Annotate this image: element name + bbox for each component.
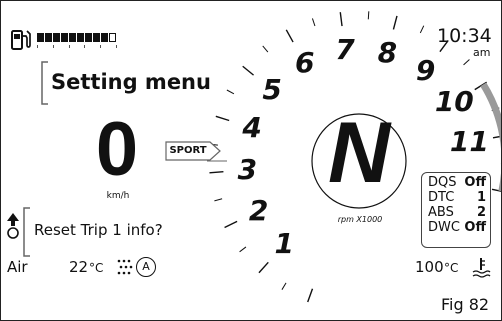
status-value: Off xyxy=(464,175,486,190)
air-label: Air xyxy=(7,258,28,276)
tach-number: 11 xyxy=(449,124,489,158)
riding-mode-badge: SPORT xyxy=(165,141,221,161)
tach-tick xyxy=(367,11,370,20)
rpm-unit-label: rpm X1000 xyxy=(337,215,383,224)
tach-number: 7 xyxy=(335,32,355,66)
speed-value: 0 xyxy=(95,107,139,192)
fuel-pump-icon xyxy=(11,30,31,50)
status-value: 2 xyxy=(476,205,486,220)
status-label: DWC xyxy=(428,220,460,235)
tach-tick xyxy=(226,89,235,95)
tach-tick xyxy=(392,15,398,30)
coolant-temp-value: 100 xyxy=(415,258,444,276)
tach-tick xyxy=(419,25,425,34)
status-row-dqs: DQS Off xyxy=(428,175,486,190)
fuel-segment xyxy=(37,33,44,42)
tach-number: 10 xyxy=(434,85,474,119)
tach-tick xyxy=(262,45,269,53)
menu-bracket xyxy=(41,61,48,105)
riding-mode-label: SPORT xyxy=(169,145,207,156)
tach-number: 9 xyxy=(415,53,436,87)
status-value: Off xyxy=(464,220,486,235)
fuel-segment xyxy=(61,33,68,42)
clock-time: 10:34 xyxy=(437,25,492,47)
status-row-abs: ABS 2 xyxy=(428,205,486,220)
tach-tick xyxy=(209,170,224,174)
fuel-segment xyxy=(109,33,116,42)
status-box: DQS Off DTC 1 ABS 2 DWC Off xyxy=(421,172,491,248)
auto-headlight-icon: A xyxy=(117,257,161,277)
fuel-level-bar xyxy=(37,33,117,48)
status-value: 1 xyxy=(476,190,486,205)
air-temp-value: 22 xyxy=(69,258,89,276)
tach-tick xyxy=(215,115,230,122)
tach-tick xyxy=(307,288,314,303)
tach-tick xyxy=(463,59,470,66)
tach-tick xyxy=(285,29,294,43)
air-temp-unit: °C xyxy=(89,261,104,275)
speed-unit: km/h xyxy=(106,191,130,201)
gear-value: N xyxy=(327,105,391,201)
fuel-segment xyxy=(93,33,100,42)
tach-tick xyxy=(224,220,238,229)
tach-tick xyxy=(239,246,247,253)
status-row-dtc: DTC 1 xyxy=(428,190,486,205)
tach-tick xyxy=(214,198,223,202)
tach-tick xyxy=(242,65,254,76)
fuel-segment xyxy=(101,33,108,42)
fuel-segment xyxy=(69,33,76,42)
tach-number: 2 xyxy=(248,193,269,227)
tach-number: 3 xyxy=(237,152,258,186)
menu-title[interactable]: Setting menu xyxy=(51,69,211,95)
clock-period: am xyxy=(473,46,491,59)
fuel-segment xyxy=(45,33,52,42)
tach-tick xyxy=(258,261,269,274)
fuel-scale-ticks xyxy=(37,45,117,48)
tach-number: 6 xyxy=(294,46,315,80)
auto-letter: A xyxy=(136,257,156,277)
status-label: DTC xyxy=(428,190,455,205)
status-row-dwc: DWC Off xyxy=(428,220,486,235)
fuel-segment xyxy=(85,33,92,42)
status-label: DQS xyxy=(428,175,457,190)
coolant-temp-icon xyxy=(472,258,491,278)
menu-item-reset-trip[interactable]: Reset Trip 1 info? xyxy=(34,221,163,239)
tach-number: 8 xyxy=(377,35,398,69)
fuel-segment xyxy=(53,33,60,42)
instrument-display: 10:34 am Setting menu 0 km/h SPORT N rpm… xyxy=(0,0,502,321)
tach-number: 4 xyxy=(242,110,262,144)
tach-tick xyxy=(311,18,316,27)
fuel-segment xyxy=(77,33,84,42)
scroll-arrow-icon[interactable] xyxy=(6,212,20,240)
tach-tick xyxy=(339,12,343,27)
status-label: ABS xyxy=(428,205,454,220)
figure-label: Fig 82 xyxy=(441,295,490,314)
tach-tick xyxy=(281,282,287,290)
tach-number: 1 xyxy=(274,227,295,261)
tach-number: 5 xyxy=(262,73,282,107)
menu-item-bracket xyxy=(23,207,30,257)
coolant-temp-unit: °C xyxy=(444,261,459,275)
